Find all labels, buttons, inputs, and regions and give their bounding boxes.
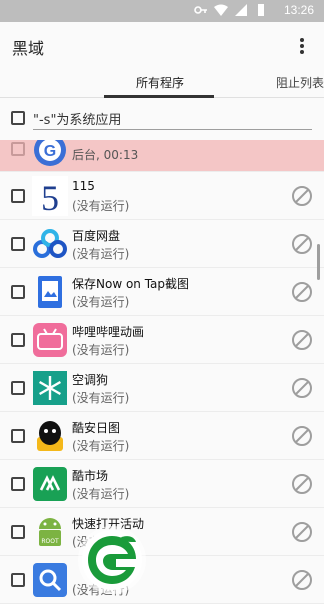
app-name: 空调狗 — [72, 373, 109, 387]
tab-indicator — [104, 95, 214, 98]
signal-icon — [235, 4, 247, 16]
block-icon[interactable] — [292, 570, 312, 590]
row-checkbox[interactable] — [11, 142, 25, 156]
save-screenshot-icon — [32, 272, 68, 312]
block-icon[interactable] — [292, 282, 312, 302]
app-status: (没有运行) — [72, 391, 130, 405]
list-item[interactable]: 空调狗 (没有运行) — [0, 364, 324, 412]
list-item[interactable]: 保存Now on Tap截图 (没有运行) — [0, 268, 324, 316]
list-item[interactable]: 酷市场 (没有运行) — [0, 460, 324, 508]
baidu-netdisk-icon — [32, 224, 68, 264]
app-name: 哔哩哔哩动画 — [72, 325, 145, 339]
app-status: (没有运行) — [72, 199, 130, 213]
android-root-icon: ROOT — [32, 512, 68, 552]
app-status: 后台, 00:13 — [72, 148, 139, 162]
app-list: G 后台, 00:13 5 115 (没有运行) 百度网盘 (没有运行) 保存N… — [0, 140, 324, 604]
gear-g-icon: G — [32, 140, 68, 170]
status-icons — [194, 3, 268, 17]
svg-text:ROOT: ROOT — [41, 538, 59, 545]
app-status: (没有运行) — [72, 439, 130, 453]
tab-all-apps[interactable]: 所有程序 — [136, 74, 184, 91]
status-bar: 13:26 — [0, 0, 324, 22]
block-icon[interactable] — [292, 474, 312, 494]
app-name: 保存Now on Tap截图 — [72, 277, 190, 291]
list-item[interactable]: 酷安日图 (没有运行) — [0, 412, 324, 460]
list-item[interactable]: (没有运行) — [0, 556, 324, 604]
app-bar: 黑域 — [0, 22, 324, 70]
wifi-icon — [214, 4, 228, 16]
list-item[interactable]: 5 115 (没有运行) — [0, 172, 324, 220]
app-name: 酷市场 — [72, 469, 109, 483]
app-status: (没有运行) — [72, 343, 130, 357]
row-checkbox[interactable] — [11, 237, 25, 251]
tab-bar: 所有程序 阻止列表 — [0, 70, 324, 98]
block-icon[interactable] — [292, 378, 312, 398]
system-apps-checkbox[interactable] — [11, 111, 25, 125]
row-checkbox[interactable] — [11, 525, 25, 539]
snowflake-icon — [32, 368, 68, 408]
app-115-icon: 5 — [32, 176, 68, 216]
row-checkbox[interactable] — [11, 285, 25, 299]
app-title: 黑域 — [12, 39, 45, 58]
app-status: (没有运行) — [72, 295, 130, 309]
app-name: 百度网盘 — [72, 229, 121, 243]
watermark-logo — [82, 530, 142, 590]
tab-block-list[interactable]: 阻止列表 — [276, 74, 324, 91]
system-apps-filter: "-s"为系统应用 — [0, 99, 324, 139]
block-icon[interactable] — [292, 330, 312, 350]
row-checkbox[interactable] — [11, 333, 25, 347]
coolmarket-icon — [32, 464, 68, 504]
app-status: (没有运行) — [72, 247, 130, 261]
bilibili-icon — [32, 320, 68, 360]
row-checkbox[interactable] — [11, 477, 25, 491]
app-name: 酷安日图 — [72, 421, 121, 435]
block-icon[interactable] — [292, 234, 312, 254]
list-item[interactable]: ROOT 快速打开活动 (没有运行) — [0, 508, 324, 556]
row-checkbox[interactable] — [11, 381, 25, 395]
list-item[interactable]: 百度网盘 (没有运行) — [0, 220, 324, 268]
scrollbar[interactable] — [317, 244, 320, 280]
system-apps-label: "-s"为系统应用 — [33, 106, 312, 130]
battery-icon — [258, 4, 264, 16]
app-name: 115 — [72, 179, 95, 193]
coolapk-daily-icon — [32, 416, 68, 456]
leaf-g-icon — [88, 536, 136, 584]
list-item[interactable]: 哔哩哔哩动画 (没有运行) — [0, 316, 324, 364]
block-icon[interactable] — [292, 426, 312, 446]
overflow-menu-icon[interactable] — [292, 36, 312, 56]
row-checkbox[interactable] — [11, 429, 25, 443]
row-checkbox[interactable] — [11, 573, 25, 587]
app-status: (没有运行) — [72, 487, 130, 501]
block-icon[interactable] — [292, 186, 312, 206]
row-checkbox[interactable] — [11, 189, 25, 203]
list-item[interactable]: G 后台, 00:13 — [0, 140, 324, 172]
svg-text:5: 5 — [41, 178, 59, 216]
status-time: 13:26 — [283, 3, 314, 17]
svg-text:G: G — [44, 143, 56, 160]
key-icon — [194, 6, 207, 14]
search-app-icon — [32, 560, 68, 600]
block-icon[interactable] — [292, 522, 312, 542]
